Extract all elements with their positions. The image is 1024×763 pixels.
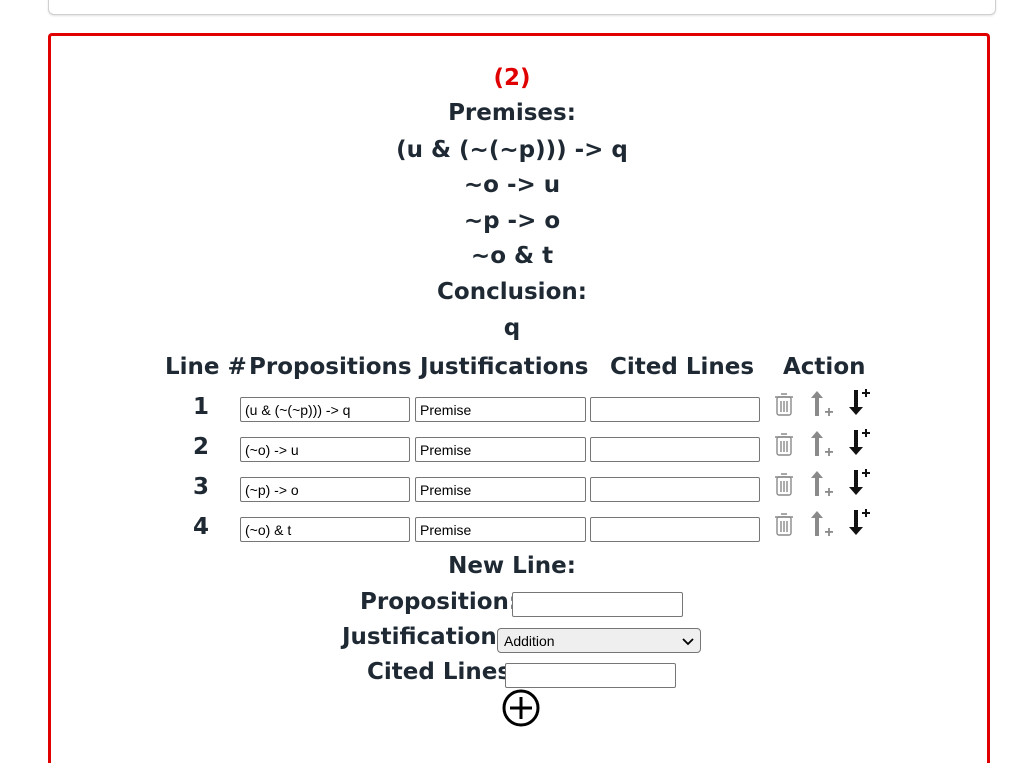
line-number-1: 1	[192, 394, 209, 420]
premise-3: ~p -> o	[463, 208, 561, 234]
premise-1: (u & (~(~p))) -> q	[396, 137, 628, 163]
justification-input-3[interactable]	[415, 477, 586, 502]
justification-label: Justification:	[342, 624, 506, 650]
new-line-title: New Line:	[448, 553, 576, 579]
line-number-2: 2	[192, 434, 209, 460]
trash-icon[interactable]	[772, 469, 796, 499]
arrow-up-plus-icon[interactable]	[809, 389, 833, 419]
proposition-input-1[interactable]	[240, 397, 410, 422]
conclusion-label: Conclusion:	[437, 279, 587, 305]
arrow-up-plus-icon[interactable]	[809, 469, 833, 499]
arrow-up-plus-icon[interactable]	[809, 429, 833, 459]
cited-lines-input-2[interactable]	[590, 437, 760, 462]
header-justifications: Justifications	[420, 354, 589, 380]
circle-plus-icon	[502, 689, 540, 727]
proposition-input-3[interactable]	[240, 477, 410, 502]
arrow-up-plus-icon[interactable]	[809, 509, 833, 539]
premise-4: ~o & t	[470, 243, 554, 269]
trash-icon[interactable]	[772, 509, 796, 539]
justification-selected-value: Addition	[504, 632, 555, 649]
arrow-down-plus-icon[interactable]	[846, 387, 870, 417]
trash-icon[interactable]	[772, 429, 796, 459]
arrow-down-plus-icon[interactable]	[846, 467, 870, 497]
arrow-down-plus-icon[interactable]	[846, 507, 870, 537]
problem-number: (2)	[493, 65, 531, 91]
proposition-label: Proposition:	[360, 589, 519, 615]
line-number-4: 4	[192, 514, 209, 540]
line-number-3: 3	[192, 474, 209, 500]
cited-lines-input-3[interactable]	[590, 477, 760, 502]
premises-label: Premises:	[448, 100, 576, 126]
previous-problem-card	[48, 0, 996, 15]
justification-input-1[interactable]	[415, 397, 586, 422]
new-cited-lines-input[interactable]	[505, 663, 676, 688]
trash-icon[interactable]	[772, 389, 796, 419]
chevron-down-icon	[682, 633, 694, 649]
arrow-down-plus-icon[interactable]	[846, 427, 870, 457]
justification-select[interactable]: Addition	[497, 628, 701, 653]
cited-lines-label: Cited Lines:	[367, 659, 521, 685]
conclusion: q	[503, 315, 521, 341]
header-cited-lines: Cited Lines	[610, 354, 755, 380]
header-propositions: Propositions	[249, 354, 412, 380]
new-proposition-input[interactable]	[512, 592, 683, 617]
header-line-number: Line #	[165, 354, 247, 380]
premise-2: ~o -> u	[463, 172, 561, 198]
proposition-input-4[interactable]	[240, 517, 410, 542]
proposition-input-2[interactable]	[240, 437, 410, 462]
header-action: Action	[783, 354, 866, 380]
justification-input-4[interactable]	[415, 517, 586, 542]
add-line-button[interactable]	[502, 689, 540, 727]
cited-lines-input-1[interactable]	[590, 397, 760, 422]
cited-lines-input-4[interactable]	[590, 517, 760, 542]
justification-input-2[interactable]	[415, 437, 586, 462]
